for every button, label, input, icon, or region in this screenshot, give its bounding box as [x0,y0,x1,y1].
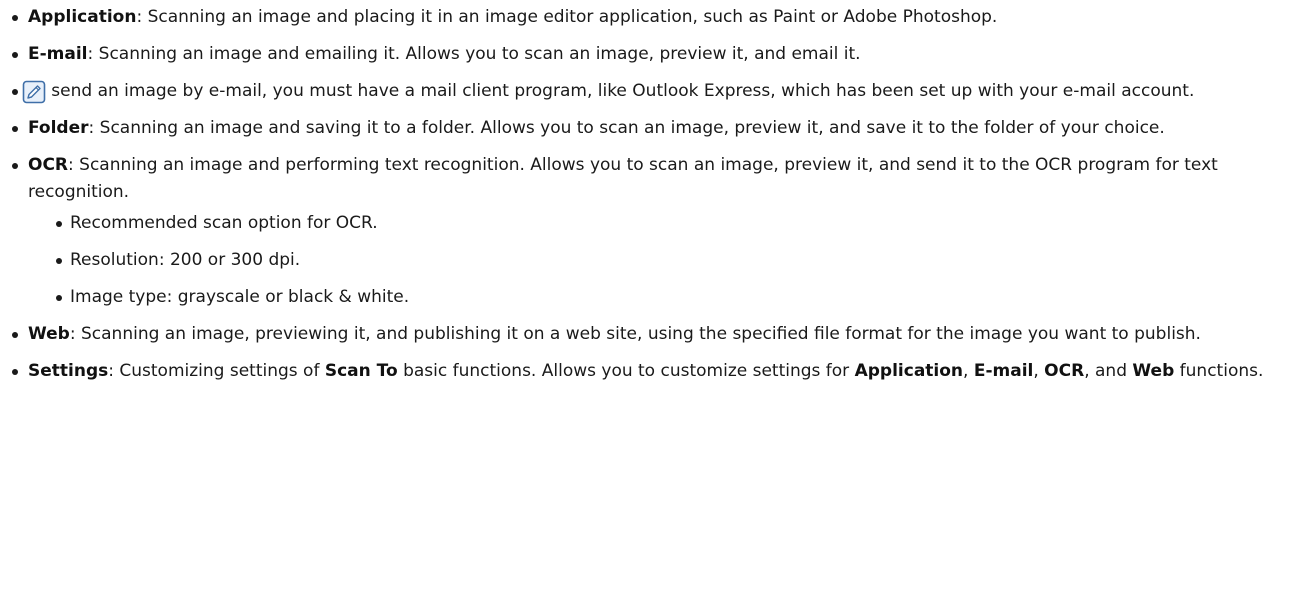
settings-comma-1: , [963,361,974,381]
description-email: : Scanning an image and emailing it. All… [87,44,861,64]
ocr-sublist: Recommended scan option for OCR. Resolut… [28,210,1290,311]
settings-end: functions. [1174,361,1264,381]
description-folder: : Scanning an image and saving it to a f… [88,118,1165,138]
term-settings: Settings [28,361,109,381]
term-folder: Folder [28,118,89,138]
document: Application: Scanning an image and placi… [0,4,1290,395]
term-email: E-mail [28,44,88,64]
list-item-web: Web: Scanning an image, previewing it, a… [0,321,1290,348]
description-web: : Scanning an image, previewing it, and … [69,324,1201,344]
list-item-ocr: OCR: Scanning an image and performing te… [0,152,1290,311]
list-item-settings: Settings: Customizing settings of Scan T… [0,358,1290,385]
sublist-item: Resolution: 200 or 300 dpi. [28,247,1290,274]
note-pencil-icon [22,80,46,104]
term-application-ref: Application [854,361,964,381]
note-block: To send an image by e-mail, you must hav… [0,78,1290,105]
settings-text-1: : Customizing settings of [108,361,325,381]
term-web-ref: Web [1132,361,1175,381]
term-ocr-ref: OCR [1044,361,1085,381]
term-application: Application [28,7,137,27]
sublist-item: Image type: grayscale or black & white. [28,284,1290,311]
sublist-item: Recommended scan option for OCR. [28,210,1290,237]
term-email-ref: E-mail [973,361,1034,381]
settings-text-2: basic functions. Allows you to customize… [397,361,855,381]
note-text: To send an image by e-mail, you must hav… [28,81,1195,101]
list-item-application: Application: Scanning an image and placi… [0,4,1290,31]
term-ocr: OCR [28,155,69,175]
list-item-folder: Folder: Scanning an image and saving it … [0,115,1290,142]
description-application: : Scanning an image and placing it in an… [136,7,998,27]
scan-to-options-list: Application: Scanning an image and placi… [0,4,1290,385]
settings-and: , and [1084,361,1133,381]
list-item-email: E-mail: Scanning an image and emailing i… [0,41,1290,68]
term-scan-to: Scan To [324,361,398,381]
description-ocr: : Scanning an image and performing text … [28,155,1218,202]
term-web: Web [28,324,70,344]
settings-comma-2: , [1033,361,1045,381]
